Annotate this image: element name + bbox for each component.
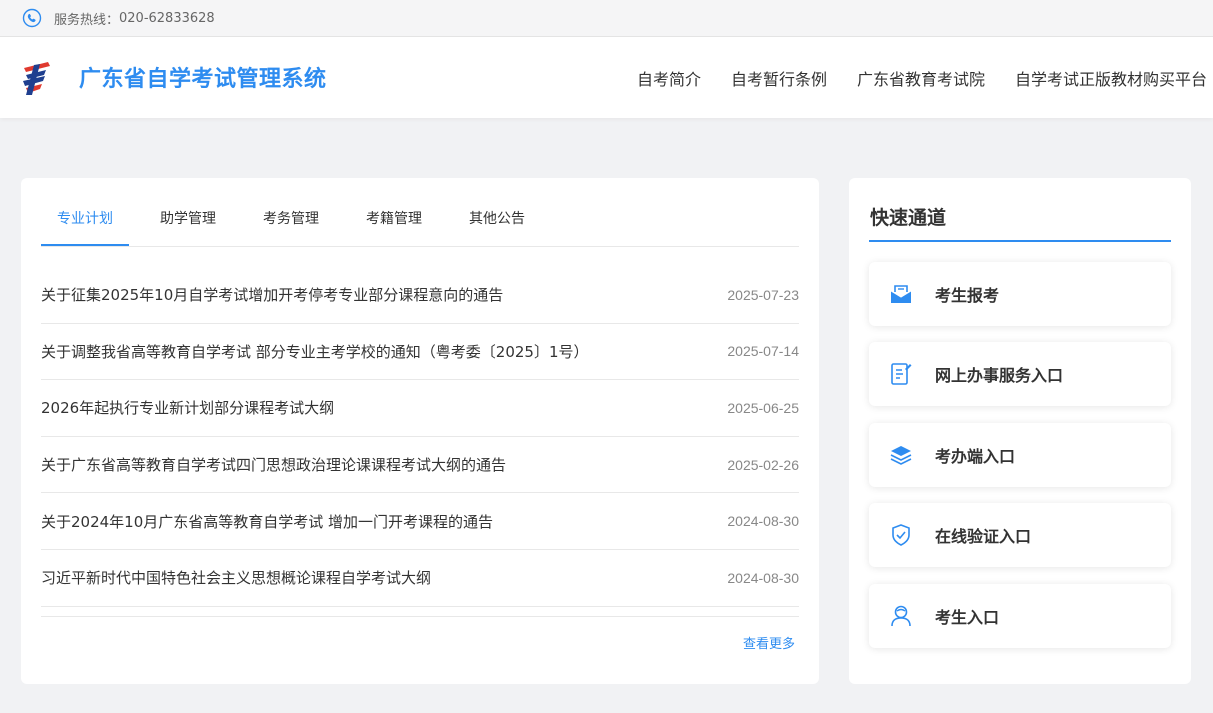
quick-item-candidate-portal[interactable]: 考生入口 (869, 584, 1171, 648)
notice-row[interactable]: 关于调整我省高等教育自学考试 部分专业主考学校的通知（粤考委〔2025〕1号） … (41, 324, 799, 381)
notice-date: 2024-08-30 (727, 569, 799, 586)
nav-item-exam-authority[interactable]: 广东省教育考试院 (857, 66, 985, 90)
hotline-label: 服务热线： (54, 12, 120, 28)
user-icon (888, 603, 914, 629)
notice-date: 2025-06-25 (727, 399, 799, 416)
site-logo[interactable] (20, 59, 54, 97)
quick-access-panel: 快速通道 考生报考 网上办事服务入口 考办端入口 在线验证入口 考生入口 (849, 178, 1191, 684)
notice-title[interactable]: 关于广东省高等教育自学考试四门思想政治理论课课程考试大纲的通告 (41, 454, 506, 475)
quick-item-label: 网上办事服务入口 (935, 366, 1064, 385)
notice-date: 2024-08-30 (727, 513, 799, 530)
active-tab-indicator (41, 244, 129, 246)
notice-date: 2025-02-26 (727, 456, 799, 473)
layers-icon (888, 442, 914, 468)
nav-item-intro[interactable]: 自考简介 (637, 66, 701, 90)
quick-item-label: 考生入口 (935, 608, 1000, 627)
notice-title[interactable]: 关于征集2025年10月自学考试增加开考停考专业部分课程意向的通告 (41, 284, 503, 305)
site-title: 广东省自学考试管理系统 (79, 67, 327, 92)
tab-exam-affairs[interactable]: 考务管理 (263, 208, 319, 228)
nav-item-textbook-platform[interactable]: 自学考试正版教材购买平台 (1015, 66, 1207, 90)
quick-access-title: 快速通道 (870, 207, 947, 229)
quick-item-office-portal[interactable]: 考办端入口 (869, 423, 1171, 487)
main-nav: 自考简介 自考暂行条例 广东省教育考试院 自学考试正版教材购买平台 (607, 37, 1207, 118)
notice-date: 2025-07-14 (727, 343, 799, 360)
notice-row[interactable]: 关于广东省高等教育自学考试四门思想政治理论课课程考试大纲的通告 2025-02-… (41, 437, 799, 494)
notice-row[interactable]: 习近平新时代中国特色社会主义思想概论课程自学考试大纲 2024-08-30 (41, 550, 799, 607)
tab-other-notices[interactable]: 其他公告 (469, 208, 525, 228)
notice-title[interactable]: 关于2024年10月广东省高等教育自学考试 增加一门开考课程的通告 (41, 511, 493, 532)
quick-item-online-verification[interactable]: 在线验证入口 (869, 503, 1171, 567)
hotline-number: 020-62833628 (119, 10, 215, 26)
top-bar: 服务热线： 020-62833628 (0, 0, 1213, 37)
divider (41, 616, 799, 617)
notice-row[interactable]: 关于2024年10月广东省高等教育自学考试 增加一门开考课程的通告 2024-0… (41, 493, 799, 550)
quick-item-online-service[interactable]: 网上办事服务入口 (869, 342, 1171, 406)
quick-item-label: 在线验证入口 (935, 527, 1032, 546)
tab-student-records[interactable]: 考籍管理 (366, 208, 422, 228)
shield-check-icon (888, 522, 914, 548)
tab-bar: 专业计划 助学管理 考务管理 考籍管理 其他公告 (41, 178, 799, 247)
notice-row[interactable]: 2026年起执行专业新计划部分课程考试大纲 2025-06-25 (41, 380, 799, 437)
quick-item-label: 考办端入口 (935, 447, 1016, 466)
notice-title[interactable]: 习近平新时代中国特色社会主义思想概论课程自学考试大纲 (41, 567, 431, 588)
tab-major-plan[interactable]: 专业计划 (57, 208, 113, 228)
phone-icon (22, 8, 42, 28)
quick-item-label: 考生报考 (935, 286, 1000, 305)
notice-panel: 专业计划 助学管理 考务管理 考籍管理 其他公告 关于征集2025年10月自学考… (21, 178, 819, 684)
notice-list: 关于征集2025年10月自学考试增加开考停考专业部分课程意向的通告 2025-0… (41, 267, 799, 607)
quick-item-exam-registration[interactable]: 考生报考 (869, 262, 1171, 326)
notice-row[interactable]: 关于征集2025年10月自学考试增加开考停考专业部分课程意向的通告 2025-0… (41, 267, 799, 324)
notice-date: 2025-07-23 (727, 286, 799, 303)
site-header: 广东省自学考试管理系统 自考简介 自考暂行条例 广东省教育考试院 自学考试正版教… (0, 37, 1213, 118)
quick-access-underline (869, 240, 1171, 242)
notice-title[interactable]: 关于调整我省高等教育自学考试 部分专业主考学校的通知（粤考委〔2025〕1号） (41, 341, 589, 362)
view-more-link[interactable]: 查看更多 (743, 633, 795, 652)
tab-study-support[interactable]: 助学管理 (160, 208, 216, 228)
document-edit-icon (888, 361, 914, 387)
envelope-icon (888, 281, 914, 307)
notice-title[interactable]: 2026年起执行专业新计划部分课程考试大纲 (41, 397, 334, 418)
nav-item-regulations[interactable]: 自考暂行条例 (731, 66, 827, 90)
